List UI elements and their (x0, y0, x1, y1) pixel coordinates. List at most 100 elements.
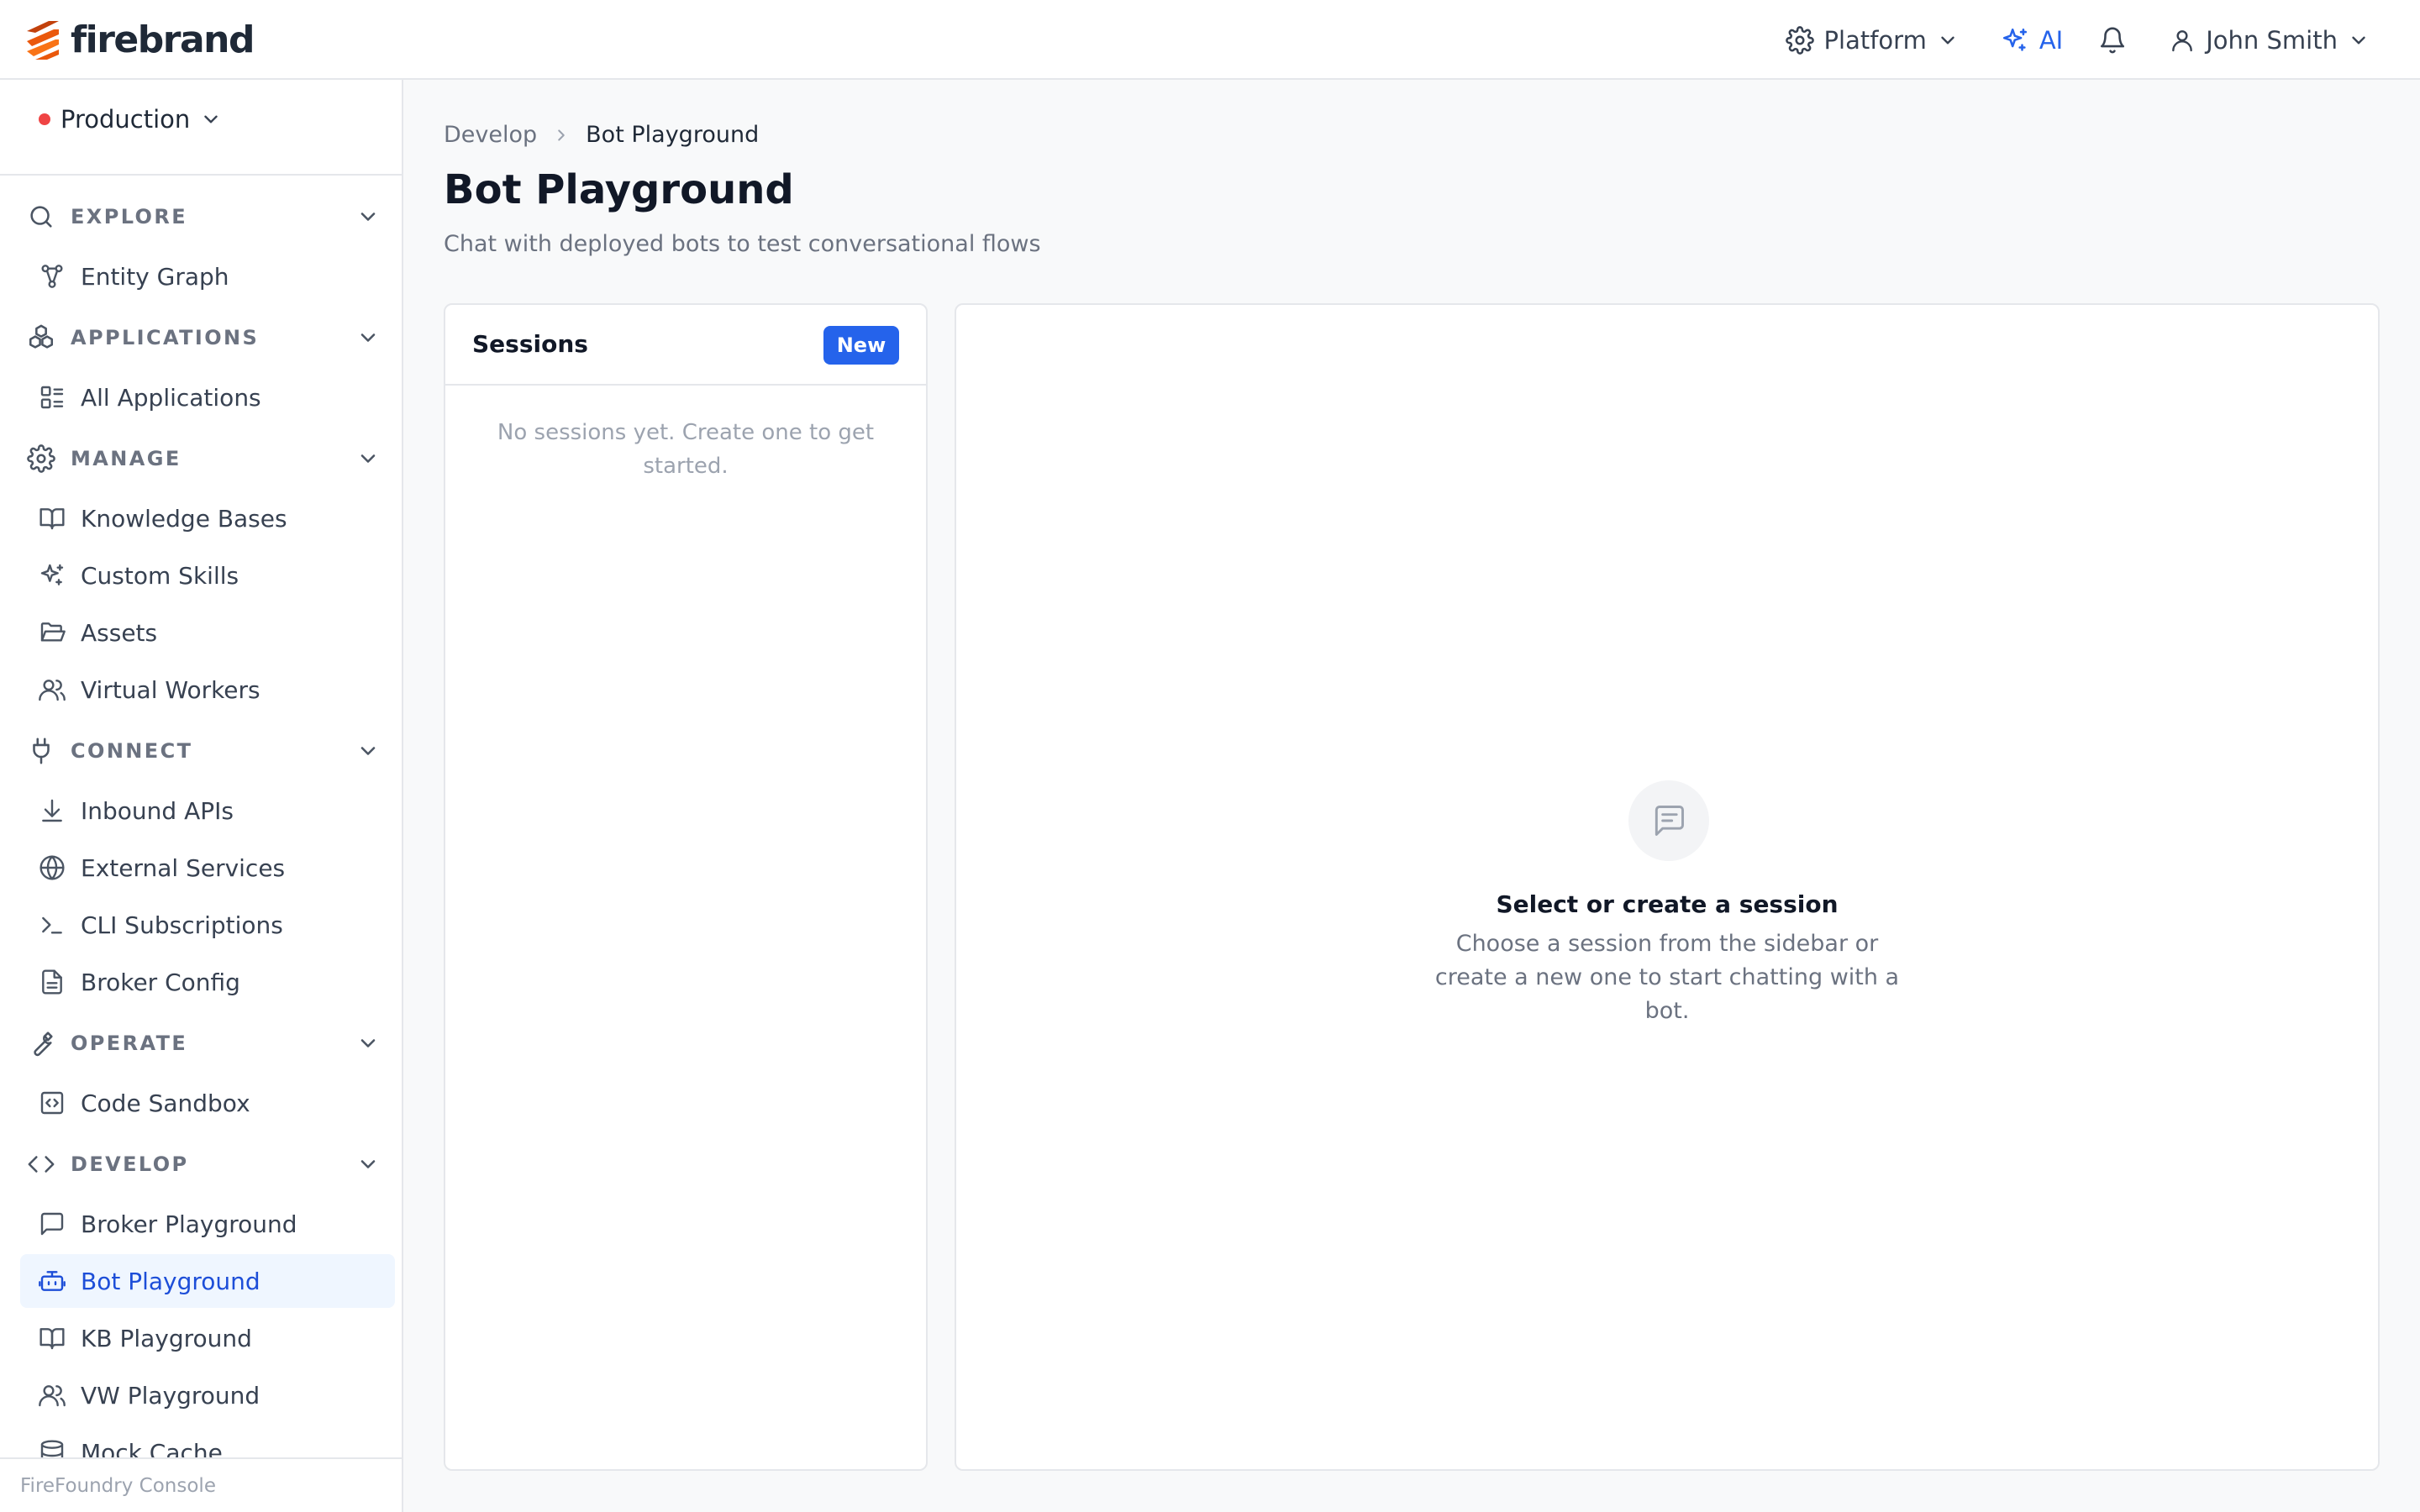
book-open-icon (39, 1328, 65, 1350)
environment-label: Production (60, 105, 191, 134)
page-title: Bot Playground (444, 166, 794, 213)
sidebar-section-label: DEVELOP (71, 1152, 189, 1176)
platform-label: Platform (1823, 25, 1927, 55)
code-box-icon (40, 1091, 64, 1115)
sidebar-item-label: VW Playground (81, 1381, 260, 1410)
sidebar-item-bot-playground[interactable]: Bot Playground (20, 1254, 395, 1308)
sparkles-icon (40, 564, 64, 585)
chevron-down-icon (2352, 36, 2365, 44)
sidebar-section-label: APPLICATIONS (71, 326, 260, 349)
gear-icon (27, 444, 55, 473)
download-icon (42, 799, 62, 822)
list-grid-icon (40, 386, 64, 409)
sidebar-item-code-sandbox[interactable]: Code Sandbox (20, 1076, 395, 1130)
bell-icon (2101, 27, 2125, 53)
plug-icon (33, 738, 50, 764)
sidebar-item-label: Knowledge Bases (81, 504, 287, 533)
sessions-empty-message: No sessions yet. Create one to get start… (497, 420, 875, 479)
sidebar-divider (0, 174, 402, 176)
sidebar-item-kb-playground[interactable]: KB Playground (20, 1311, 395, 1365)
brand-name: firebrand (71, 18, 255, 61)
sidebar-item-label: Broker Playground (81, 1210, 297, 1238)
sidebar-section-connect[interactable]: CONNECT (27, 730, 380, 772)
chevron-down-icon (204, 115, 218, 123)
new-session-button[interactable]: New (823, 326, 899, 365)
sidebar-section-operate[interactable]: OPERATE (27, 1022, 380, 1064)
notifications-button[interactable] (2098, 26, 2127, 55)
firebrand-logo-icon (27, 21, 59, 60)
sidebar-item-entity-graph[interactable]: Entity Graph (20, 249, 395, 303)
sidebar-section-label: CONNECT (71, 739, 193, 763)
sidebar-item-inbound-apis[interactable]: Inbound APIs (20, 784, 395, 837)
sidebar-section-develop[interactable]: DEVELOP (27, 1143, 380, 1185)
chevron-down-icon (360, 1039, 376, 1047)
sidebar-footer: FireFoundry Console (0, 1457, 402, 1512)
sidebar-item-external-services[interactable]: External Services (20, 841, 395, 895)
sidebar-item-virtual-workers[interactable]: Virtual Workers (20, 663, 395, 717)
sidebar-item-label: Bot Playground (81, 1267, 260, 1295)
sidebar-item-label: All Applications (81, 383, 261, 412)
book-open-icon (39, 508, 65, 530)
sparkles-icon (2002, 28, 2027, 51)
sidebar-item-label: External Services (81, 853, 286, 882)
user-menu[interactable]: John Smith (2169, 26, 2370, 55)
sidebar-section-label: MANAGE (71, 447, 182, 470)
environment-status-dot (39, 113, 50, 125)
gear-icon (1785, 25, 1814, 55)
sessions-title: Sessions (472, 330, 588, 358)
chevron-down-icon (1941, 36, 1954, 44)
ai-label: AI (2039, 25, 2064, 55)
sidebar-item-label: Inbound APIs (81, 796, 234, 825)
users-icon (39, 680, 66, 701)
page-subtitle: Chat with deployed bots to test conversa… (444, 231, 1041, 257)
sidebar-item-knowledge-bases[interactable]: Knowledge Bases (20, 491, 395, 545)
chat-message-icon (1655, 806, 1684, 836)
sidebar-item-assets[interactable]: Assets (20, 606, 395, 659)
sidebar-section-manage[interactable]: MANAGE (27, 438, 380, 480)
code-icon (28, 1156, 55, 1173)
sidebar-item-label: Entity Graph (81, 262, 229, 291)
breadcrumb-current: Bot Playground (586, 122, 760, 148)
bot-icon (39, 1271, 66, 1291)
top-actions: Platform AI John Smith (1785, 0, 2370, 80)
empty-state-icon-wrapper (1628, 780, 1709, 861)
sidebar-item-broker-playground[interactable]: Broker Playground (20, 1197, 395, 1251)
environment-selector[interactable]: Production (39, 105, 222, 134)
user-name: John Smith (2206, 25, 2338, 55)
search-icon (30, 206, 52, 228)
sidebar-item-label: CLI Subscriptions (81, 911, 283, 939)
sidebar-section-label: OPERATE (71, 1032, 188, 1055)
cubes-icon (29, 324, 54, 349)
sidebar-section-explore[interactable]: EXPLORE (27, 196, 380, 238)
app-root: firebrand Platform AI John Smith Product… (0, 0, 2420, 1512)
sidebar-item-custom-skills[interactable]: Custom Skills (20, 549, 395, 602)
sidebar-item-label: Code Sandbox (81, 1089, 250, 1117)
sessions-panel: Sessions New No sessions yet. Create one… (444, 303, 928, 1471)
empty-state-title: Select or create a session (1496, 890, 1839, 918)
breadcrumb-link-develop[interactable]: Develop (444, 122, 537, 148)
empty-state-description: Choose a session from the sidebar or cre… (1434, 931, 1900, 1024)
user-icon (2172, 29, 2193, 51)
sidebar-item-vw-playground[interactable]: VW Playground (20, 1368, 395, 1422)
wrench-icon (34, 1032, 53, 1057)
sidebar-item-broker-config[interactable]: Broker Config (20, 955, 395, 1009)
message-square-icon (40, 1212, 64, 1236)
sidebar-section-applications[interactable]: APPLICATIONS (27, 317, 380, 359)
sidebar-item-label: Custom Skills (81, 561, 239, 590)
sessions-header: Sessions New (445, 305, 926, 386)
sidebar-section-label: EXPLORE (71, 205, 188, 228)
platform-menu[interactable]: Platform (1785, 25, 1959, 55)
chevron-down-icon (360, 213, 376, 221)
sidebar-item-cli-subscriptions[interactable]: CLI Subscriptions (20, 898, 395, 952)
ai-button[interactable]: AI (2001, 26, 2063, 55)
brand-logo[interactable]: firebrand (24, 15, 255, 66)
sidebar-item-label: KB Playground (81, 1324, 252, 1352)
terminal-icon (42, 916, 62, 934)
sidebar-item-all-applications[interactable]: All Applications (20, 370, 395, 424)
globe-icon (39, 855, 65, 880)
top-bar: firebrand Platform AI John Smith (0, 0, 2420, 80)
chevron-down-icon (360, 1160, 376, 1168)
breadcrumb: Develop Bot Playground (444, 122, 759, 148)
graph-icon (41, 265, 63, 288)
sidebar-item-label: Virtual Workers (81, 675, 260, 704)
